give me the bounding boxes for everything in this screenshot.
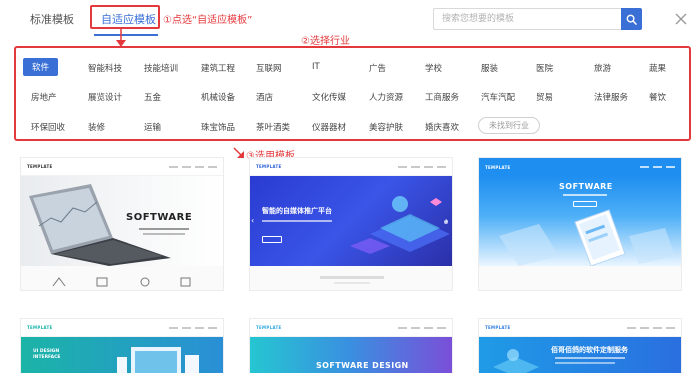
template-hero-title: 佰哥佰鸽的软件定制服务 — [551, 346, 628, 354]
template-card-topbar: TEMPLATE — [21, 319, 223, 337]
template-hero: UI DESIGN INTERFACE — [21, 337, 223, 373]
industry-item[interactable]: 装修 — [88, 121, 105, 133]
industry-item[interactable]: 机械设备 — [201, 91, 235, 103]
industry-item[interactable]: 仪器器材 — [312, 121, 346, 133]
template-card[interactable]: TEMPLATE SOFTWARE — [478, 157, 682, 291]
industry-item[interactable]: 学校 — [425, 62, 442, 74]
template-hero: SOFTWARE — [479, 176, 681, 266]
template-card-footer — [479, 266, 681, 290]
annotation-arrow-step3 — [233, 147, 244, 158]
industry-item[interactable]: 人力资源 — [369, 91, 403, 103]
search-icon — [626, 14, 637, 25]
search-button[interactable] — [621, 8, 642, 30]
template-card-topbar: TEMPLATE — [479, 319, 681, 337]
industry-item[interactable]: 智能科技 — [88, 62, 122, 74]
industry-item[interactable]: 互联网 — [256, 62, 282, 74]
template-logo: TEMPLATE — [27, 164, 53, 169]
industry-item[interactable]: 展览设计 — [88, 91, 122, 103]
template-hero: SOFTWARE — [21, 176, 223, 266]
template-logo: TEMPLATE — [256, 164, 282, 169]
industry-item[interactable]: 文化传媒 — [312, 91, 346, 103]
industry-item[interactable]: 房地产 — [31, 91, 57, 103]
industry-item[interactable]: 服装 — [481, 62, 498, 74]
template-card-footer — [21, 266, 223, 290]
template-hero: 佰哥佰鸽的软件定制服务 — [479, 337, 681, 373]
industry-not-found-button[interactable]: 未找到行业 — [478, 117, 540, 134]
template-hero-title: UI DESIGN INTERFACE — [33, 349, 61, 360]
template-hero-title: SOFTWARE — [126, 212, 193, 223]
template-card[interactable]: TEMPLATE SOFTWARE DESIGN — [249, 318, 453, 373]
template-hero: 智能的自媒体推广平台 ‹ › — [250, 176, 452, 266]
industry-item[interactable]: 茶叶酒类 — [256, 121, 290, 133]
industry-item[interactable]: IT — [312, 62, 320, 72]
industry-item[interactable]: 建筑工程 — [201, 62, 235, 74]
template-card-topbar: TEMPLATE — [21, 158, 223, 176]
annotation-box-tab — [90, 5, 160, 29]
industry-item[interactable]: 汽车汽配 — [481, 91, 515, 103]
close-button[interactable] — [674, 11, 688, 25]
industry-item[interactable]: 美容护肤 — [369, 121, 403, 133]
feature-icons — [52, 277, 191, 287]
template-hero-title: SOFTWARE — [559, 182, 613, 191]
industry-item[interactable]: 五金 — [144, 91, 161, 103]
template-card[interactable]: TEMPLATE 佰哥佰鸽的软件定制服务 — [478, 318, 682, 373]
industry-item[interactable]: 法律服务 — [594, 91, 628, 103]
template-card[interactable]: TEMPLATE UI DESIGN INTERFACE — [20, 318, 224, 373]
template-card[interactable]: TEMPLATE 智能的自媒体推广平台 ‹ › — [249, 157, 453, 291]
template-nav — [169, 165, 217, 168]
template-card[interactable]: TEMPLATE SOFTWARE — [20, 157, 224, 291]
industry-item[interactable]: 运输 — [144, 121, 161, 133]
industry-item[interactable]: 珠宝饰品 — [201, 121, 235, 133]
template-nav — [169, 326, 217, 329]
industry-item-software[interactable]: 软件 — [23, 58, 59, 76]
industry-item[interactable]: 贸易 — [536, 91, 553, 103]
industry-item[interactable]: 餐饮 — [649, 91, 666, 103]
template-hero-title: 智能的自媒体推广平台 — [262, 207, 332, 215]
template-card-topbar: TEMPLATE — [250, 319, 452, 337]
industry-item[interactable]: 酒店 — [256, 91, 273, 103]
template-nav — [398, 165, 446, 168]
industry-item[interactable]: 蔬果 — [649, 62, 666, 74]
template-logo: TEMPLATE — [27, 325, 53, 330]
industry-item[interactable]: 环保回收 — [31, 121, 65, 133]
annotation-arrow-down — [116, 29, 126, 47]
annotation-step1: ①点选“自适应模板” — [163, 15, 253, 26]
industry-item[interactable]: 婚庆喜欢 — [425, 121, 459, 133]
industry-item[interactable]: 旅游 — [594, 62, 611, 74]
template-card-topbar: TEMPLATE — [479, 158, 681, 176]
template-logo: TEMPLATE — [256, 325, 282, 330]
template-nav — [398, 326, 446, 329]
template-logo: TEMPLATE — [485, 325, 511, 330]
cloud-illustration — [493, 349, 539, 373]
laptop-image — [29, 184, 171, 266]
tab-standard-templates[interactable]: 标准模板 — [30, 11, 74, 27]
template-nav — [640, 166, 675, 168]
template-picker-header: 标准模板 自适应模板 ①点选“自适应模板” — [0, 0, 700, 38]
template-card-footer — [250, 266, 452, 290]
industry-item[interactable]: 技能培训 — [144, 62, 178, 74]
template-hero-title: SOFTWARE DESIGN — [316, 361, 409, 370]
template-card-topbar: TEMPLATE — [250, 158, 452, 176]
template-logo: TEMPLATE — [485, 164, 511, 170]
annotation-step2: ②选择行业 — [301, 36, 350, 47]
industry-item[interactable]: 医院 — [536, 62, 553, 74]
industry-selector-panel: 软件 智能科技 技能培训 建筑工程 互联网 IT 广告 学校 服装 医院 旅游 … — [14, 46, 691, 141]
search-input[interactable] — [433, 8, 621, 30]
industry-item[interactable]: 工商服务 — [425, 91, 459, 103]
template-nav — [627, 326, 675, 329]
close-icon — [675, 13, 687, 25]
template-hero: SOFTWARE DESIGN — [250, 337, 452, 373]
industry-item[interactable]: 广告 — [369, 62, 386, 74]
